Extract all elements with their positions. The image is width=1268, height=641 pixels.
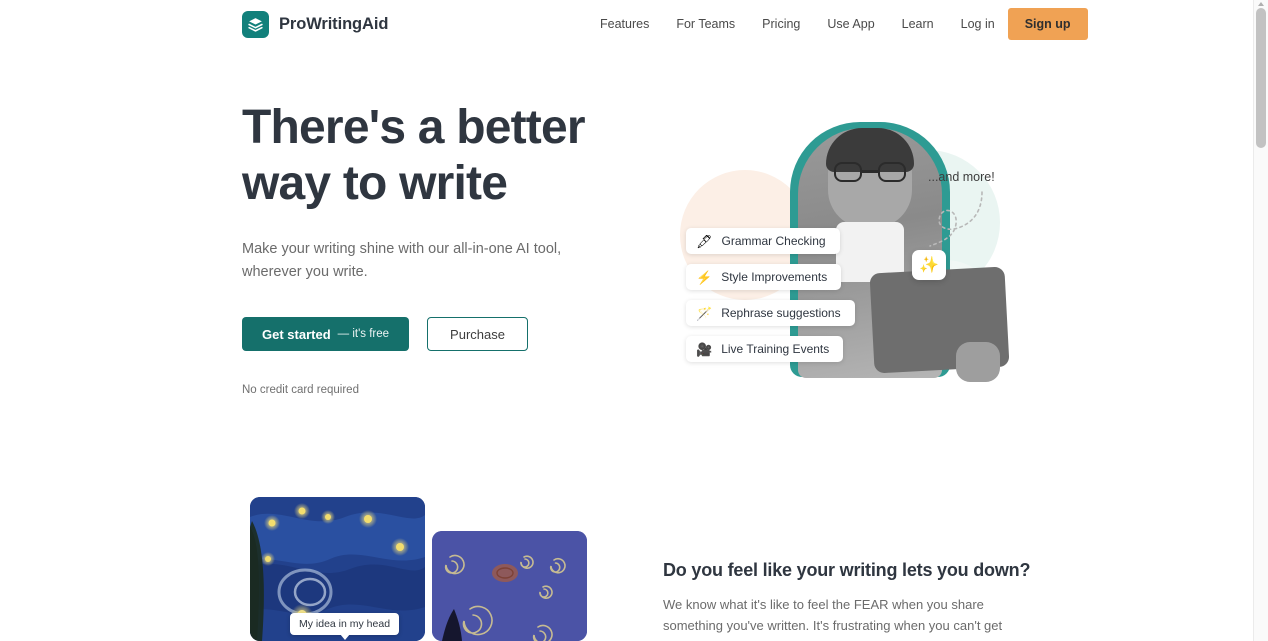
- nav-link-learn[interactable]: Learn: [902, 11, 934, 37]
- main-navigation: Features For Teams Pricing Use App Learn…: [600, 8, 1088, 40]
- hero-title-line-2: way to write: [242, 157, 508, 210]
- sparkles-icon: ✨: [912, 250, 946, 280]
- stacked-pages-icon: [242, 10, 269, 38]
- movie-camera-icon: 🎥: [696, 341, 713, 357]
- no-credit-card-note: No credit card required: [242, 384, 359, 396]
- eyeglasses-icon: [834, 162, 906, 182]
- get-started-button[interactable]: Get started — it's free: [242, 317, 410, 351]
- person-hand: [956, 342, 1000, 382]
- get-started-free-note: — it's free: [337, 328, 390, 340]
- section-heading: Do you feel like your writing lets you d…: [663, 560, 1031, 580]
- landing-page: ProWritingAid Features For Teams Pricing…: [0, 0, 1268, 641]
- nav-link-features[interactable]: Features: [600, 11, 649, 37]
- nav-link-log-in[interactable]: Log in: [961, 11, 995, 37]
- quill-pen-icon: 🖋: [696, 233, 713, 249]
- hero-title-line-1: There's a better: [242, 101, 586, 154]
- feature-label: Live Training Events: [721, 342, 830, 356]
- feature-card-rephrase-suggestions[interactable]: 🪄 Rephrase suggestions: [686, 300, 855, 326]
- magic-wand-icon: 🪄: [696, 305, 713, 321]
- feature-label: Style Improvements: [721, 270, 828, 284]
- nav-link-use-app[interactable]: Use App: [827, 11, 874, 37]
- brand-name: ProWritingAid: [279, 14, 389, 33]
- feature-card-style-improvements[interactable]: ⚡ Style Improvements: [686, 264, 842, 290]
- hero-cta-group: Get started — it's free Purchase: [242, 317, 642, 351]
- brand-logo[interactable]: ProWritingAid: [242, 10, 389, 38]
- feature-card-list: 🖋 Grammar Checking ⚡ Style Improvements …: [686, 228, 855, 362]
- nav-link-for-teams[interactable]: For Teams: [676, 11, 735, 37]
- scrollbar-thumb[interactable]: [1256, 8, 1266, 148]
- section-body-text: We know what it's like to feel the FEAR …: [663, 597, 1003, 641]
- dotted-arrow-icon: [929, 191, 983, 247]
- idea-tooltip: My idea in my head: [290, 613, 400, 640]
- page-title: There's a better way to write: [242, 100, 642, 212]
- glasses-bridge: [862, 170, 878, 173]
- sign-up-button[interactable]: Sign up: [1007, 8, 1088, 40]
- lightning-bolt-icon: ⚡: [696, 269, 713, 285]
- hero-subtitle: Make your writing shine with our all-in-…: [242, 241, 562, 280]
- lower-copy-block: Do you feel like your writing lets you d…: [663, 560, 1031, 641]
- page-scrollbar[interactable]: [1253, 0, 1268, 641]
- purchase-button[interactable]: Purchase: [427, 317, 528, 351]
- and-more-label: ...and more!: [928, 170, 995, 184]
- nav-link-pricing[interactable]: Pricing: [762, 11, 800, 37]
- get-started-label: Get started: [262, 326, 331, 342]
- hero-text-block: There's a better way to write Make your …: [242, 100, 642, 396]
- feature-card-live-training-events[interactable]: 🎥 Live Training Events: [686, 336, 844, 362]
- feature-card-grammar-checking[interactable]: 🖋 Grammar Checking: [686, 228, 840, 254]
- site-header: ProWritingAid Features For Teams Pricing…: [0, 0, 1253, 48]
- simplified-painting-image: [432, 531, 587, 641]
- hero-illustration: ✨ ...and more! 🖋 Grammar Checking ⚡ Styl…: [660, 110, 1010, 385]
- glasses-lens-left: [834, 162, 862, 182]
- feature-label: Rephrase suggestions: [721, 306, 841, 320]
- feature-label: Grammar Checking: [721, 234, 826, 248]
- scroll-up-arrow-icon[interactable]: [1258, 2, 1264, 6]
- glasses-lens-right: [878, 162, 906, 182]
